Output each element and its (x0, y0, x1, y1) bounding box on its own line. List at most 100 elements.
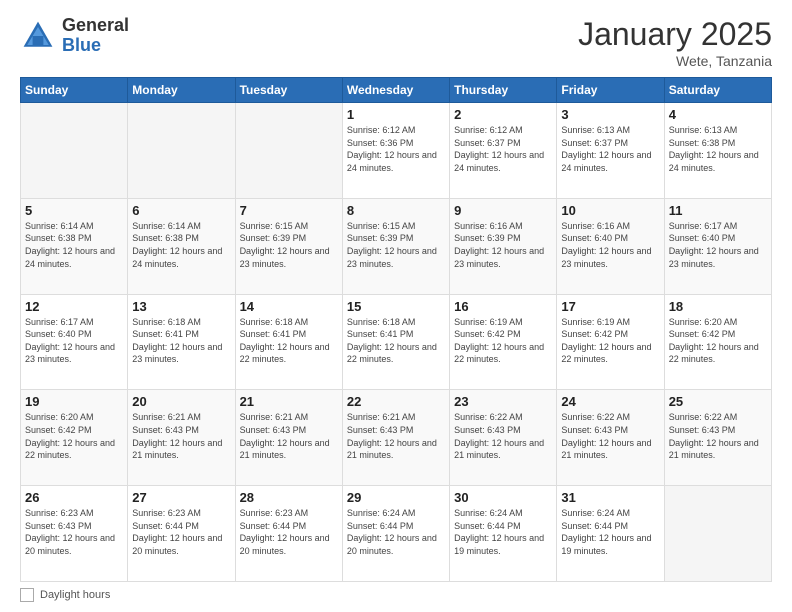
calendar-cell: 28 Sunrise: 6:23 AMSunset: 6:44 PMDayligh… (235, 486, 342, 582)
calendar-week-2: 5Sunrise: 6:14 AMSunset: 6:38 PMDaylight… (21, 198, 772, 294)
calendar-cell: 22Sunrise: 6:21 AMSunset: 6:43 PMDayligh… (342, 390, 449, 486)
calendar-cell: 17 Sunrise: 6:19 AMSunset: 6:42 PMDayligh… (557, 294, 664, 390)
day-info: Sunrise: 6:22 AMSunset: 6:43 PMDaylight:… (669, 411, 767, 461)
day-info: Sunrise: 6:13 AMSunset: 6:38 PMDaylight:… (669, 124, 767, 174)
day-number: 3 (561, 107, 659, 122)
day-info: Sunrise: 6:23 AMSunset: 6:43 PMDaylight:… (25, 507, 123, 557)
logo-icon (20, 18, 56, 54)
day-number: 15 (347, 299, 445, 314)
calendar-cell: 5Sunrise: 6:14 AMSunset: 6:38 PMDaylight… (21, 198, 128, 294)
day-info: Sunrise: 6:23 AMSunset: 6:44 PMDaylight:… (240, 507, 338, 557)
calendar-cell: 2Sunrise: 6:12 AMSunset: 6:37 PMDaylight… (450, 103, 557, 199)
day-number: 14 (240, 299, 338, 314)
day-info: Sunrise: 6:20 AMSunset: 6:42 PMDaylight:… (25, 411, 123, 461)
logo-blue-label: Blue (62, 36, 129, 56)
day-number: 11 (669, 203, 767, 218)
day-number: 23 (454, 394, 552, 409)
calendar-header-tuesday: Tuesday (235, 78, 342, 103)
calendar-cell: 29 Sunrise: 6:24 AMSunset: 6:44 PMDayligh… (342, 486, 449, 582)
logo-text: General Blue (62, 16, 129, 56)
calendar-cell: 21 Sunrise: 6:21 AMSunset: 6:43 PMDayligh… (235, 390, 342, 486)
day-info: Sunrise: 6:21 AMSunset: 6:43 PMDaylight:… (240, 411, 338, 461)
day-number: 18 (669, 299, 767, 314)
calendar-header-wednesday: Wednesday (342, 78, 449, 103)
header: General Blue January 2025 Wete, Tanzania (20, 16, 772, 69)
calendar-header-monday: Monday (128, 78, 235, 103)
calendar-header-row: SundayMondayTuesdayWednesdayThursdayFrid… (21, 78, 772, 103)
day-number: 29 (347, 490, 445, 505)
calendar-cell: 8 Sunrise: 6:15 AMSunset: 6:39 PMDaylight… (342, 198, 449, 294)
day-info: Sunrise: 6:13 AMSunset: 6:37 PMDaylight:… (561, 124, 659, 174)
day-number: 21 (240, 394, 338, 409)
day-info: Sunrise: 6:21 AMSunset: 6:43 PMDaylight:… (347, 411, 445, 461)
day-info: Sunrise: 6:24 AMSunset: 6:44 PMDaylight:… (454, 507, 552, 557)
calendar-cell: 4 Sunrise: 6:13 AMSunset: 6:38 PMDaylight… (664, 103, 771, 199)
day-info: Sunrise: 6:18 AMSunset: 6:41 PMDaylight:… (132, 316, 230, 366)
day-number: 8 (347, 203, 445, 218)
day-number: 10 (561, 203, 659, 218)
calendar-cell: 25Sunrise: 6:22 AMSunset: 6:43 PMDayligh… (664, 390, 771, 486)
calendar-table: SundayMondayTuesdayWednesdayThursdayFrid… (20, 77, 772, 582)
day-info: Sunrise: 6:22 AMSunset: 6:43 PMDaylight:… (454, 411, 552, 461)
calendar-cell: 12 Sunrise: 6:17 AMSunset: 6:40 PMDayligh… (21, 294, 128, 390)
day-info: Sunrise: 6:16 AMSunset: 6:39 PMDaylight:… (454, 220, 552, 270)
day-number: 20 (132, 394, 230, 409)
day-info: Sunrise: 6:14 AMSunset: 6:38 PMDaylight:… (25, 220, 123, 270)
calendar-cell (235, 103, 342, 199)
day-number: 12 (25, 299, 123, 314)
calendar-week-1: 1 Sunrise: 6:12 AMSunset: 6:36 PMDaylight… (21, 103, 772, 199)
calendar-cell: 27 Sunrise: 6:23 AMSunset: 6:44 PMDayligh… (128, 486, 235, 582)
day-number: 17 (561, 299, 659, 314)
day-number: 1 (347, 107, 445, 122)
day-number: 26 (25, 490, 123, 505)
day-number: 27 (132, 490, 230, 505)
day-info: Sunrise: 6:17 AMSunset: 6:40 PMDaylight:… (25, 316, 123, 366)
day-info: Sunrise: 6:12 AMSunset: 6:36 PMDaylight:… (347, 124, 445, 174)
calendar-cell: 3 Sunrise: 6:13 AMSunset: 6:37 PMDaylight… (557, 103, 664, 199)
day-number: 4 (669, 107, 767, 122)
calendar-cell: 23 Sunrise: 6:22 AMSunset: 6:43 PMDayligh… (450, 390, 557, 486)
day-info: Sunrise: 6:19 AMSunset: 6:42 PMDaylight:… (561, 316, 659, 366)
day-info: Sunrise: 6:19 AMSunset: 6:42 PMDaylight:… (454, 316, 552, 366)
month-title: January 2025 (578, 16, 772, 53)
calendar-cell (664, 486, 771, 582)
day-info: Sunrise: 6:14 AMSunset: 6:38 PMDaylight:… (132, 220, 230, 270)
day-info: Sunrise: 6:22 AMSunset: 6:43 PMDaylight:… (561, 411, 659, 461)
day-info: Sunrise: 6:23 AMSunset: 6:44 PMDaylight:… (132, 507, 230, 557)
calendar-cell: 9 Sunrise: 6:16 AMSunset: 6:39 PMDaylight… (450, 198, 557, 294)
day-info: Sunrise: 6:24 AMSunset: 6:44 PMDaylight:… (561, 507, 659, 557)
day-number: 24 (561, 394, 659, 409)
legend-box (20, 588, 34, 602)
day-number: 28 (240, 490, 338, 505)
day-info: Sunrise: 6:24 AMSunset: 6:44 PMDaylight:… (347, 507, 445, 557)
calendar-cell: 15Sunrise: 6:18 AMSunset: 6:41 PMDayligh… (342, 294, 449, 390)
calendar-cell (21, 103, 128, 199)
day-number: 9 (454, 203, 552, 218)
page: General Blue January 2025 Wete, Tanzania… (0, 0, 792, 612)
day-info: Sunrise: 6:12 AMSunset: 6:37 PMDaylight:… (454, 124, 552, 174)
calendar-header-saturday: Saturday (664, 78, 771, 103)
calendar-cell: 26 Sunrise: 6:23 AMSunset: 6:43 PMDayligh… (21, 486, 128, 582)
calendar-week-5: 26 Sunrise: 6:23 AMSunset: 6:43 PMDayligh… (21, 486, 772, 582)
calendar-cell: 11Sunrise: 6:17 AMSunset: 6:40 PMDayligh… (664, 198, 771, 294)
calendar-header-thursday: Thursday (450, 78, 557, 103)
calendar-header-friday: Friday (557, 78, 664, 103)
calendar-cell: 19 Sunrise: 6:20 AMSunset: 6:42 PMDayligh… (21, 390, 128, 486)
location-subtitle: Wete, Tanzania (578, 53, 772, 69)
calendar-cell: 18Sunrise: 6:20 AMSunset: 6:42 PMDayligh… (664, 294, 771, 390)
day-number: 16 (454, 299, 552, 314)
calendar-week-4: 19 Sunrise: 6:20 AMSunset: 6:42 PMDayligh… (21, 390, 772, 486)
legend-label: Daylight hours (40, 589, 110, 601)
calendar-cell: 10Sunrise: 6:16 AMSunset: 6:40 PMDayligh… (557, 198, 664, 294)
calendar-cell: 14 Sunrise: 6:18 AMSunset: 6:41 PMDayligh… (235, 294, 342, 390)
day-number: 6 (132, 203, 230, 218)
day-info: Sunrise: 6:21 AMSunset: 6:43 PMDaylight:… (132, 411, 230, 461)
calendar-cell: 1 Sunrise: 6:12 AMSunset: 6:36 PMDaylight… (342, 103, 449, 199)
day-info: Sunrise: 6:18 AMSunset: 6:41 PMDaylight:… (240, 316, 338, 366)
day-info: Sunrise: 6:15 AMSunset: 6:39 PMDaylight:… (347, 220, 445, 270)
calendar-cell: 30Sunrise: 6:24 AMSunset: 6:44 PMDayligh… (450, 486, 557, 582)
calendar-cell: 24 Sunrise: 6:22 AMSunset: 6:43 PMDayligh… (557, 390, 664, 486)
calendar-week-3: 12 Sunrise: 6:17 AMSunset: 6:40 PMDayligh… (21, 294, 772, 390)
day-number: 19 (25, 394, 123, 409)
day-number: 31 (561, 490, 659, 505)
